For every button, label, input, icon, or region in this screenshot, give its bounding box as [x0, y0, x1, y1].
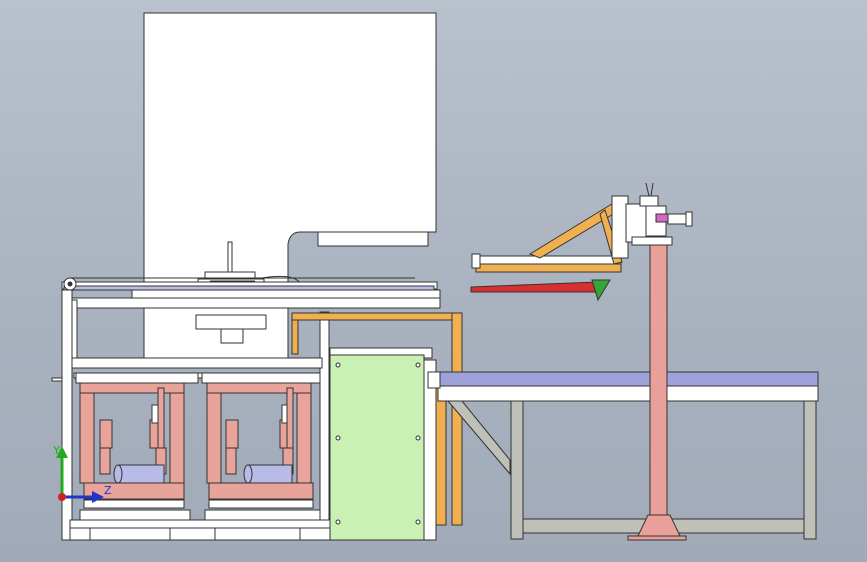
fixture-left [75, 372, 199, 535]
z-axis-label: Z [104, 484, 112, 497]
safety-guard [329, 347, 437, 541]
fixture-right [201, 372, 321, 535]
x-axis-origin [58, 493, 66, 501]
cad-viewport[interactable]: Y Z [0, 0, 867, 562]
base-plate [69, 519, 333, 541]
conveyor-table [427, 371, 819, 540]
y-axis-label: Y [52, 444, 60, 457]
top-rail [61, 277, 441, 309]
press-body [143, 12, 437, 365]
